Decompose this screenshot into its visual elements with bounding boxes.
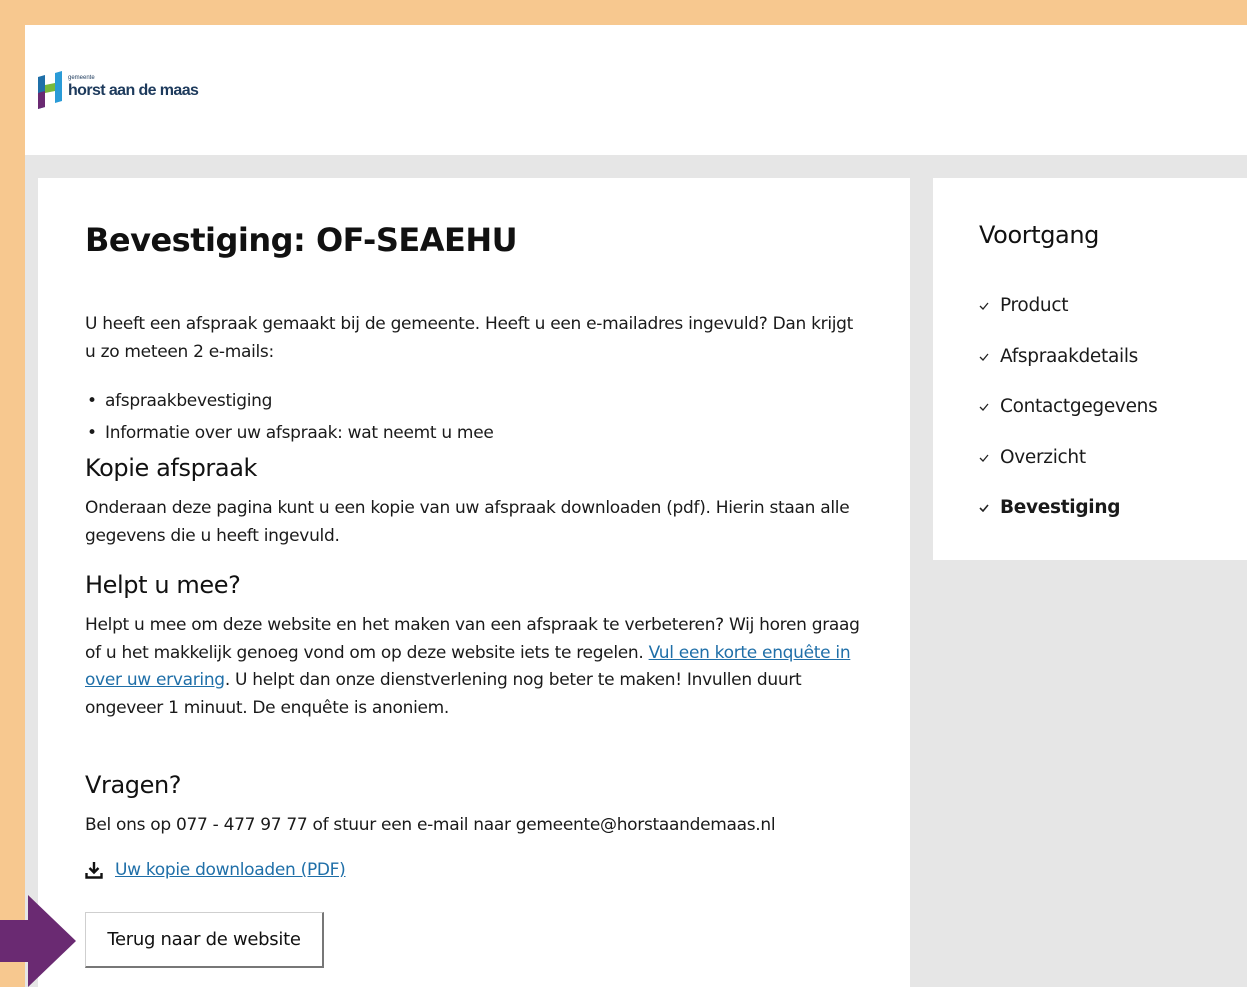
progress-panel: Voortgang Product Afspraakdetails Contac… bbox=[933, 178, 1247, 560]
check-icon bbox=[979, 454, 989, 462]
arrow-right-icon bbox=[0, 895, 76, 987]
step-product: Product bbox=[979, 281, 1157, 332]
step-label: Contactgegevens bbox=[1000, 396, 1158, 418]
intro-text: U heeft een afspraak gemaakt bij de geme… bbox=[85, 314, 854, 362]
confirmation-panel: Bevestiging: OF-SEAEHU U heeft een afspr… bbox=[38, 178, 910, 987]
vragen-heading: Vragen? bbox=[85, 771, 182, 799]
check-icon bbox=[979, 353, 989, 361]
email-list: afspraakbevestiging Informatie over uw a… bbox=[85, 385, 494, 449]
logo-text: horst aan de maas bbox=[68, 81, 199, 99]
site-logo[interactable]: gemeente horst aan de maas bbox=[38, 71, 199, 109]
step-label: Afspraakdetails bbox=[1000, 345, 1139, 367]
progress-title: Voortgang bbox=[979, 221, 1099, 249]
horst-logo-icon bbox=[38, 71, 62, 109]
step-overzicht: Overzicht bbox=[979, 433, 1157, 484]
step-label: Overzicht bbox=[1000, 446, 1086, 468]
helpt-text: Helpt u mee om deze website en het maken… bbox=[85, 612, 865, 722]
list-item: afspraakbevestiging bbox=[85, 385, 494, 417]
list-item: Informatie over uw afspraak: wat neemt u… bbox=[85, 417, 494, 449]
step-label: Bevestiging bbox=[1000, 497, 1121, 519]
page-title: Bevestiging: OF-SEAEHU bbox=[85, 221, 518, 259]
check-icon bbox=[979, 302, 989, 311]
step-afspraakdetails: Afspraakdetails bbox=[979, 332, 1157, 383]
step-contactgegevens: Contactgegevens bbox=[979, 382, 1158, 433]
site-header: gemeente horst aan de maas bbox=[25, 25, 1247, 155]
check-icon bbox=[979, 403, 989, 412]
download-row: Uw kopie downloaden (PDF) bbox=[85, 860, 346, 880]
vragen-text: Bel ons op 077 - 477 97 77 of stuur een … bbox=[85, 815, 776, 835]
progress-steps: Product Afspraakdetails Contactgegevens … bbox=[979, 281, 1158, 534]
kopie-heading: Kopie afspraak bbox=[85, 454, 257, 482]
download-pdf-link[interactable]: Uw kopie downloaden (PDF) bbox=[115, 860, 346, 880]
check-icon bbox=[979, 504, 989, 513]
helpt-heading: Helpt u mee? bbox=[85, 571, 241, 599]
logo-small-text: gemeente bbox=[68, 74, 95, 81]
step-label: Product bbox=[1000, 295, 1069, 317]
back-to-website-button[interactable]: Terug naar de website bbox=[85, 912, 324, 968]
highlight-frame: gemeente horst aan de maas Bevestiging: … bbox=[10, 10, 1247, 987]
step-bevestiging: Bevestiging bbox=[979, 483, 1157, 534]
download-icon bbox=[85, 862, 103, 879]
kopie-text: Onderaan deze pagina kunt u een kopie va… bbox=[85, 498, 850, 546]
browser-page: gemeente horst aan de maas Bevestiging: … bbox=[25, 25, 1247, 987]
